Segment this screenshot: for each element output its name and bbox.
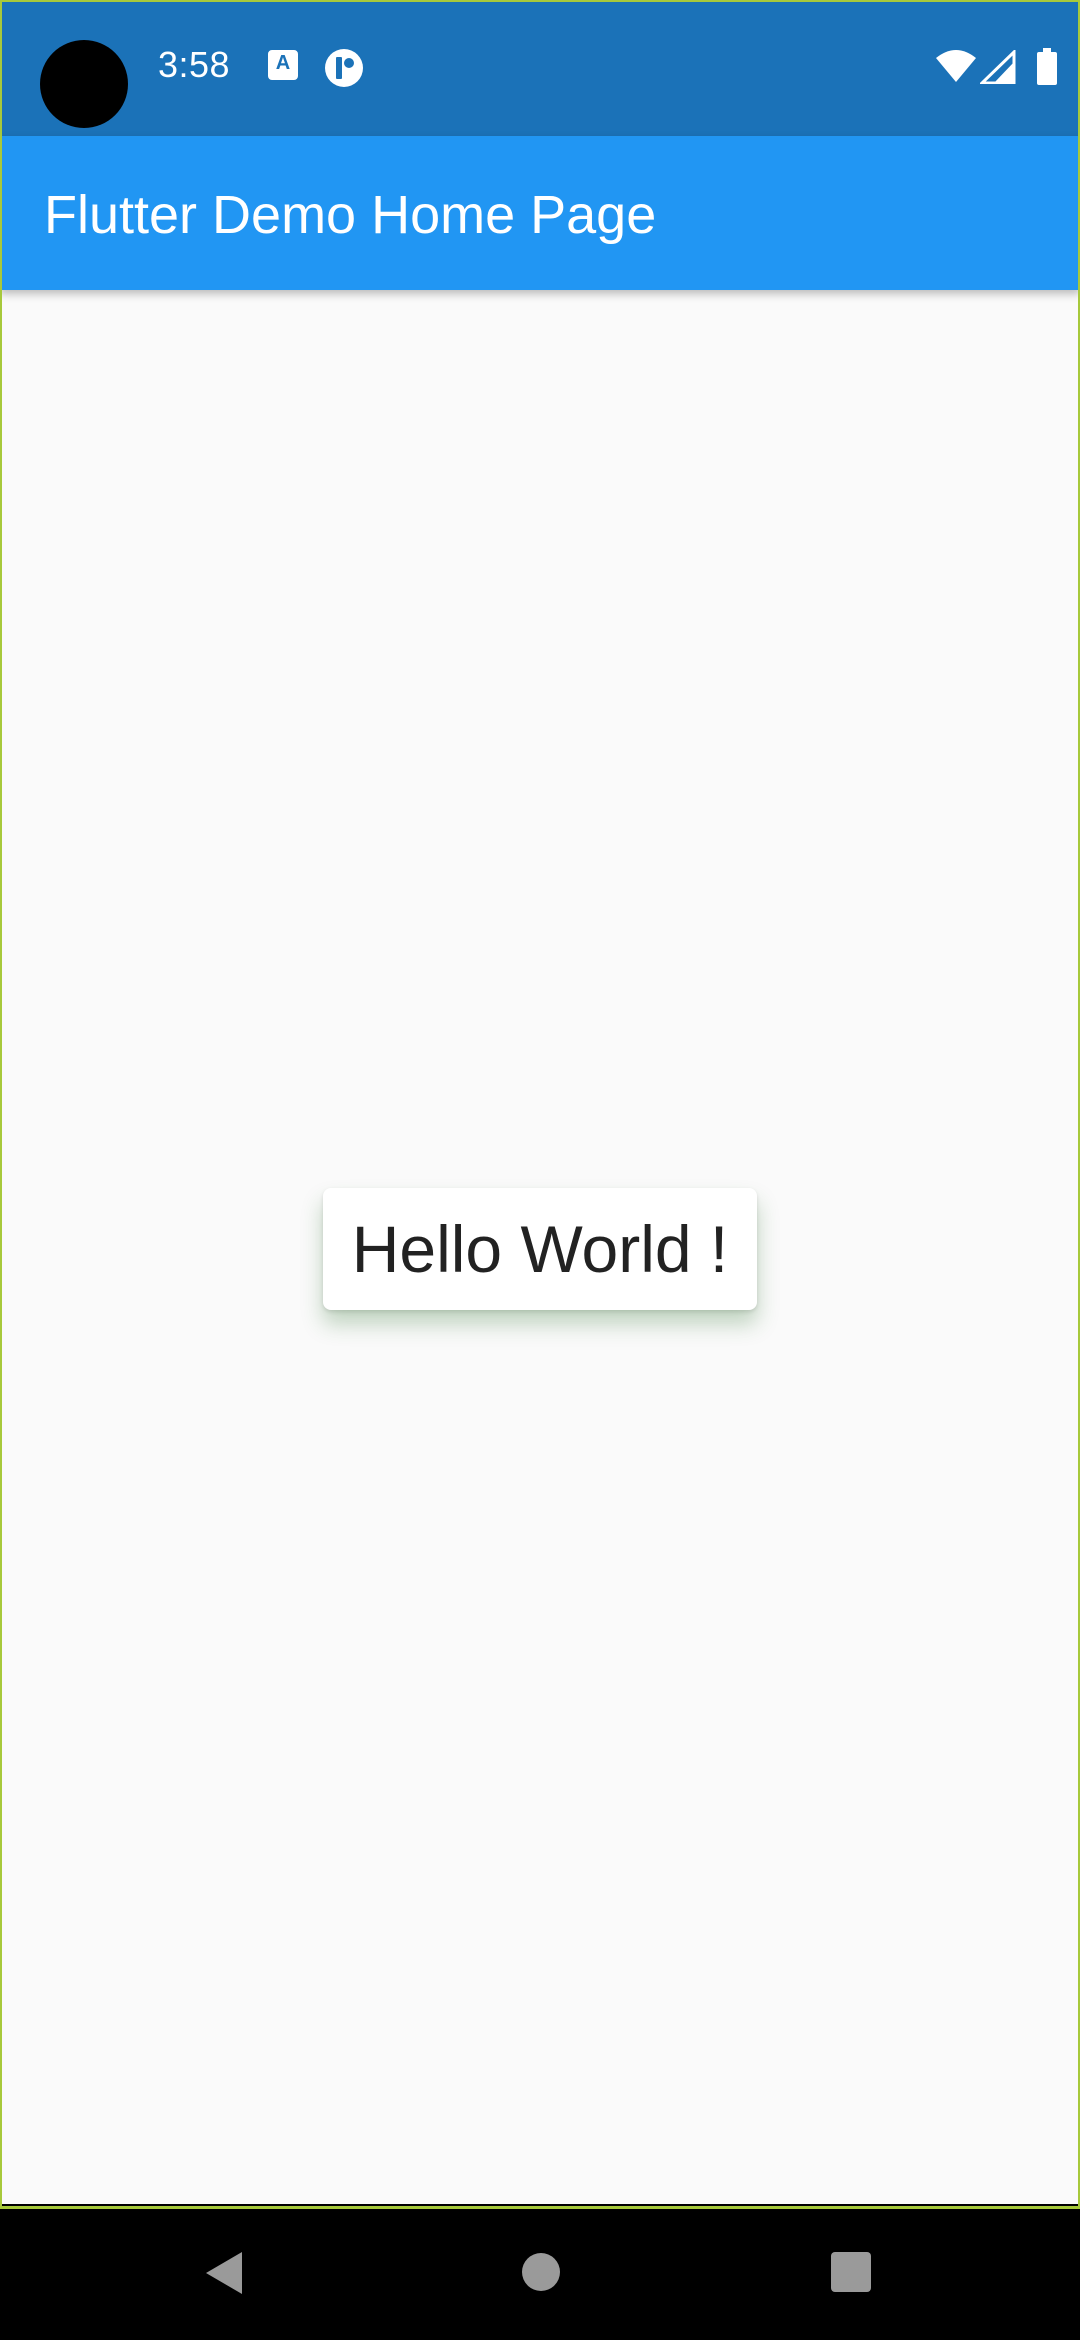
battery-icon	[1037, 48, 1057, 85]
back-icon[interactable]	[204, 2250, 244, 2296]
hello-card: Hello World !	[323, 1188, 757, 1310]
hello-text: Hello World !	[351, 1212, 729, 1286]
accessibility-text-icon: A	[268, 50, 298, 80]
status-time: 3:58	[158, 44, 231, 85]
app-notification-icon	[325, 49, 363, 87]
front-camera-cutout	[40, 40, 128, 128]
device-screen: 3:58 A Flutter Demo Home Page Hello Worl…	[0, 0, 1080, 2340]
cell-signal-icon	[980, 50, 1016, 84]
recents-icon[interactable]	[830, 2250, 872, 2294]
status-bar: 3:58 A	[0, 0, 1080, 136]
wifi-icon	[936, 50, 976, 82]
app-bar: Flutter Demo Home Page	[0, 136, 1080, 290]
page-title: Flutter Demo Home Page	[44, 185, 657, 245]
home-icon[interactable]	[520, 2250, 562, 2292]
